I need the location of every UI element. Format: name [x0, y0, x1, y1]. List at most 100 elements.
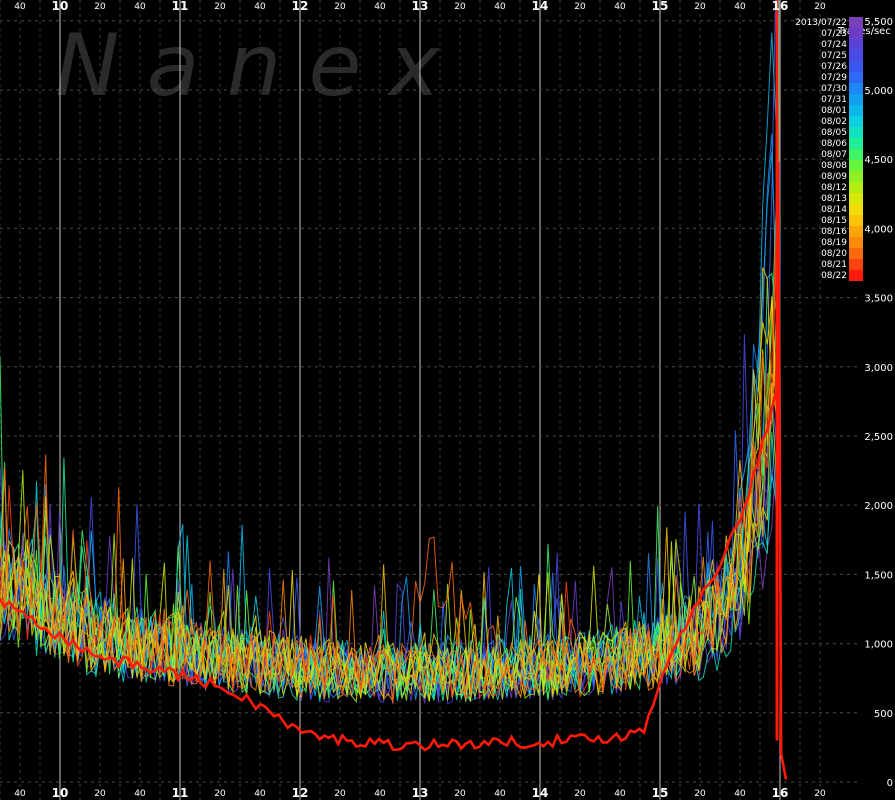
legend-label: 08/06 [821, 139, 847, 149]
y-tick-label: 3,500 [864, 294, 893, 305]
x-minute-tick-label: 40 [374, 789, 386, 799]
y-tick-label: 4,000 [864, 224, 893, 235]
legend-label: 08/14 [821, 205, 847, 215]
legend-swatch [849, 28, 863, 39]
x-minute-tick-label: 40 [734, 789, 746, 799]
x-hour-tick-label: 11 [172, 786, 189, 800]
x-hour-tick-label: 10 [52, 786, 69, 800]
legend-swatch [849, 149, 863, 160]
x-hour-tick-label: 10 [52, 0, 69, 13]
legend-label: 07/25 [821, 51, 847, 61]
x-minute-tick-label: 20 [214, 2, 226, 12]
legend-swatch [849, 237, 863, 248]
legend-label: 08/02 [821, 117, 847, 127]
legend-swatch [849, 215, 863, 226]
x-axis-bottom: 40 20 40 20 40 20 40 20 40 20 40 20 40 20 10 11 12 13 14 15… [14, 786, 826, 800]
legend-label: 07/23 [821, 29, 847, 39]
x-minute-tick-label: 20 [574, 2, 586, 12]
legend-swatch [849, 160, 863, 171]
legend-label: 08/16 [821, 227, 847, 237]
legend-swatch [849, 193, 863, 204]
legend-swatch [849, 61, 863, 72]
x-hour-tick-label: 16 [772, 0, 789, 13]
legend-swatch [849, 138, 863, 149]
watermark: N a n e x [55, 16, 441, 116]
x-hour-tick-label: 13 [412, 0, 429, 13]
legend-label: 07/30 [821, 84, 847, 94]
x-minute-tick-label: 40 [494, 2, 506, 12]
x-hour-tick-label: 11 [172, 0, 189, 13]
legend-swatch [849, 116, 863, 127]
legend-label: 07/26 [821, 62, 847, 72]
x-hour-tick-label: 13 [412, 786, 429, 800]
legend-swatch [849, 127, 863, 138]
x-minute-tick-label: 20 [334, 789, 346, 799]
legend-swatch [849, 83, 863, 94]
x-minute-tick-label: 20 [334, 2, 346, 12]
y-tick-label: 1,000 [864, 640, 893, 651]
legend-label: 08/12 [821, 183, 847, 193]
legend-label: 08/19 [821, 238, 847, 248]
x-minute-tick-label: 40 [14, 789, 26, 799]
legend-swatch [849, 39, 863, 50]
x-minute-tick-label: 40 [374, 2, 386, 12]
legend-swatch [849, 182, 863, 193]
legend-label: 08/20 [821, 249, 847, 259]
x-minute-tick-label: 40 [614, 789, 626, 799]
y-tick-label: 2,500 [864, 432, 893, 443]
x-minute-tick-label: 40 [134, 789, 146, 799]
legend-label: 08/08 [821, 161, 847, 171]
legend-swatch [849, 270, 863, 281]
x-hour-tick-label: 12 [292, 786, 309, 800]
x-minute-tick-label: 20 [94, 789, 106, 799]
x-hour-tick-label: 12 [292, 0, 309, 13]
x-minute-tick-label: 40 [494, 789, 506, 799]
y-tick-label: 2,000 [864, 501, 893, 512]
legend-swatch [849, 50, 863, 61]
x-minute-tick-label: 20 [454, 789, 466, 799]
x-minute-tick-label: 20 [214, 789, 226, 799]
y-tick-label: 3,000 [864, 363, 893, 374]
legend-label: 08/07 [821, 150, 847, 160]
legend-swatch [849, 105, 863, 116]
legend-label: 08/13 [821, 194, 847, 204]
legend-swatch [849, 94, 863, 105]
legend-label: 08/22 [821, 271, 847, 281]
y-tick-label: 1,500 [864, 570, 893, 581]
y-tick-label: 500 [874, 709, 893, 720]
y-tick-label: 4,500 [864, 155, 893, 166]
x-minute-tick-label: 40 [254, 2, 266, 12]
legend-label: 2013/07/22 [795, 18, 847, 28]
legend-label: 08/09 [821, 172, 847, 182]
legend-label: 08/05 [821, 128, 847, 138]
y-tick-label: 0 [887, 778, 893, 789]
x-minute-tick-label: 40 [14, 2, 26, 12]
legend-label: 08/01 [821, 106, 847, 116]
x-minute-tick-label: 20 [814, 789, 826, 799]
x-minute-tick-label: 20 [814, 2, 826, 12]
x-minute-tick-label: 20 [454, 2, 466, 12]
x-minute-tick-label: 20 [94, 2, 106, 12]
legend-label: 07/24 [821, 40, 847, 50]
legend-swatch [849, 204, 863, 215]
x-minute-tick-label: 20 [694, 789, 706, 799]
x-hour-tick-label: 15 [652, 0, 669, 13]
x-hour-tick-label: 16 [772, 786, 789, 800]
x-minute-tick-label: 40 [134, 2, 146, 12]
x-minute-tick-label: 40 [254, 789, 266, 799]
x-minute-tick-label: 20 [694, 2, 706, 12]
x-minute-tick-label: 20 [574, 789, 586, 799]
legend-swatch [849, 72, 863, 83]
legend-label: 07/31 [821, 95, 847, 105]
legend-label: 07/29 [821, 73, 847, 83]
x-hour-tick-label: 14 [532, 0, 549, 13]
x-hour-tick-label: 14 [532, 786, 549, 800]
trades-per-second-chart: N a n e x 40 20 40 20 40 20 40 20 40 20 40 20 40 20 10… [0, 0, 895, 800]
x-hour-tick-label: 15 [652, 786, 669, 800]
legend-swatch [849, 226, 863, 237]
legend-label: 08/21 [821, 260, 847, 270]
x-axis-top: 40 20 40 20 40 20 40 20 40 20 40 20 40 20 10 11 12 13 14 15… [14, 0, 826, 13]
legend-label: 08/15 [821, 216, 847, 226]
legend-swatch [849, 17, 863, 28]
legend-swatch [849, 248, 863, 259]
